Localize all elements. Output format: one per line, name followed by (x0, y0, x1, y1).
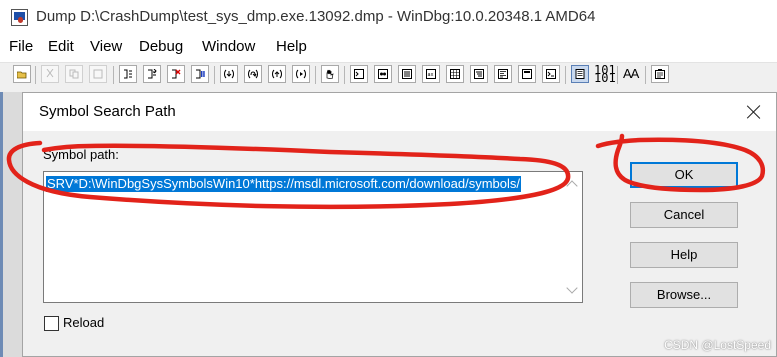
go-icon[interactable] (119, 65, 137, 83)
watch-window-icon[interactable] (374, 65, 392, 83)
options-icon[interactable] (651, 65, 669, 83)
menu-debug[interactable]: Debug (139, 38, 183, 55)
menu-help[interactable]: Help (276, 38, 307, 55)
menu-window[interactable]: Window (202, 38, 255, 55)
call-stack-icon[interactable] (470, 65, 488, 83)
hex-display-icon[interactable]: 101 101 (594, 64, 616, 84)
dialog-title: Symbol Search Path (39, 103, 176, 120)
window-title-bar: Dump D:\CrashDump\test_sys_dmp.exe.13092… (0, 0, 777, 36)
step-over-icon[interactable] (244, 65, 262, 83)
menu-file[interactable]: File (9, 38, 33, 55)
font-icon[interactable]: AA (623, 66, 639, 82)
main-window-edge (0, 92, 3, 357)
help-button[interactable]: Help (630, 242, 738, 268)
cut-icon (41, 65, 59, 83)
menu-edit[interactable]: Edit (48, 38, 74, 55)
stop-debugging-icon[interactable] (167, 65, 185, 83)
symbol-search-path-dialog: Symbol Search Path Symbol path: SRV*D:\W… (22, 92, 777, 357)
menu-view[interactable]: View (90, 38, 122, 55)
copy-icon (65, 65, 83, 83)
symbol-path-label: Symbol path: (43, 147, 119, 162)
open-icon[interactable] (13, 65, 31, 83)
paste-icon (89, 65, 107, 83)
scroll-down-icon[interactable] (566, 282, 580, 298)
cancel-button[interactable]: Cancel (630, 202, 738, 228)
memory-window-icon[interactable] (446, 65, 464, 83)
svg-text:ax: ax (428, 72, 434, 78)
registers-window-icon[interactable]: ax (422, 65, 440, 83)
scratch-pad-icon[interactable] (518, 65, 536, 83)
close-icon[interactable] (744, 102, 764, 122)
ok-button[interactable]: OK (630, 162, 738, 188)
run-to-cursor-icon[interactable] (292, 65, 310, 83)
step-into-icon[interactable] (220, 65, 238, 83)
command-window-icon[interactable] (350, 65, 368, 83)
browse-button[interactable]: Browse... (630, 282, 738, 308)
reload-label: Reload (63, 315, 105, 330)
breakpoint-hand-icon[interactable] (321, 65, 339, 83)
processes-threads-icon[interactable] (542, 65, 560, 83)
watermark: CSDN @LostSpeed (664, 338, 771, 352)
dialog-title-bar: Symbol Search Path (23, 93, 776, 131)
symbol-path-value[interactable]: SRV*D:\WinDbgSysSymbolsWin10*https://msd… (46, 176, 521, 192)
scroll-up-icon[interactable] (566, 177, 580, 192)
step-out-icon[interactable] (268, 65, 286, 83)
reload-checkbox[interactable] (44, 316, 59, 331)
locals-window-icon[interactable] (398, 65, 416, 83)
disassembly-icon[interactable] (494, 65, 512, 83)
break-icon[interactable] (191, 65, 209, 83)
main-window-background (0, 92, 22, 357)
windbg-app-icon (11, 9, 28, 26)
symbol-path-input[interactable]: SRV*D:\WinDbgSysSymbolsWin10*https://msd… (43, 171, 583, 303)
window-title: Dump D:\CrashDump\test_sys_dmp.exe.13092… (36, 8, 596, 25)
toolbar: ax 101 101 AA (0, 62, 777, 88)
source-mode-icon[interactable] (571, 65, 589, 83)
restart-icon[interactable] (143, 65, 161, 83)
